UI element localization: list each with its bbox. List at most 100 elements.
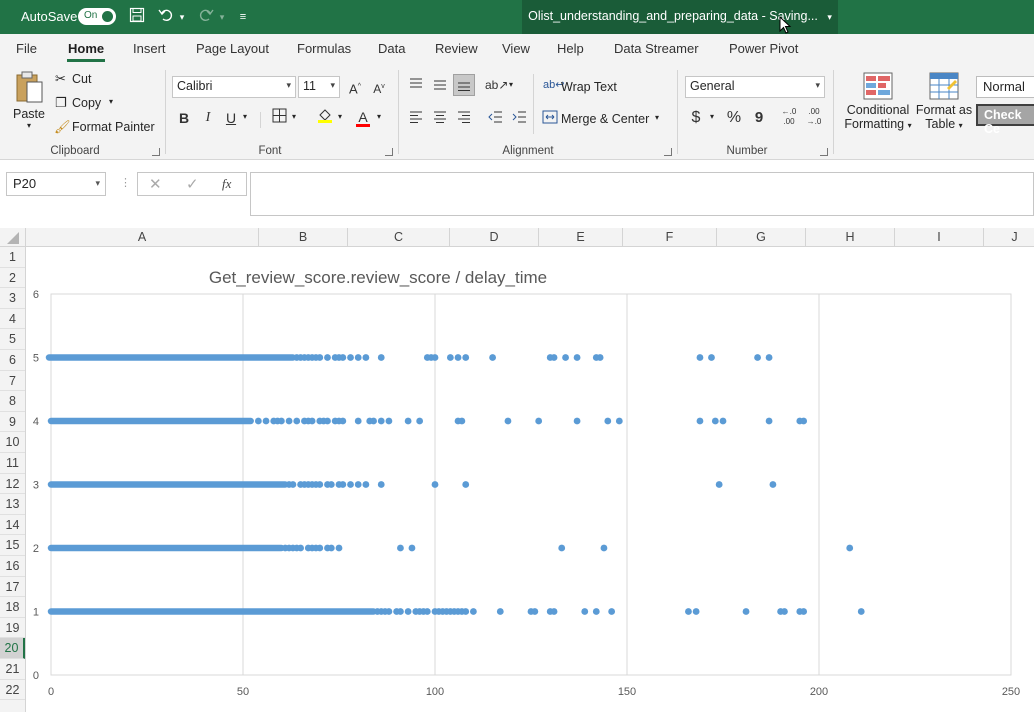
undo-icon[interactable] <box>156 7 176 27</box>
tab-power-pivot[interactable]: Power Pivot <box>729 41 798 56</box>
number-launcher-icon[interactable] <box>820 148 828 156</box>
scatter-chart[interactable]: 0 50 100 150 200 250 0 1 2 3 4 5 6 Get_review_score.… <box>26 247 1034 712</box>
cancel-icon[interactable]: ✕ <box>149 175 162 193</box>
formula-input[interactable] <box>250 172 1034 216</box>
undo-dropdown-icon[interactable]: ▾ <box>177 7 187 27</box>
increase-font-size-icon[interactable]: A^ <box>344 76 366 98</box>
insert-function-button[interactable]: fx <box>222 176 231 192</box>
format-painter-button[interactable]: Format Painter <box>72 120 155 134</box>
column-header-e[interactable]: E <box>539 228 623 247</box>
row-header-3[interactable]: 3 <box>0 288 25 309</box>
tab-formulas[interactable]: Formulas <box>297 41 351 56</box>
currency-button[interactable]: $ <box>685 107 707 129</box>
row-header-5[interactable]: 5 <box>0 329 25 350</box>
row-header-12[interactable]: 12 <box>0 474 25 495</box>
tab-insert[interactable]: Insert <box>133 41 166 56</box>
row-header-20[interactable]: 20 <box>0 638 25 659</box>
row-header-8[interactable]: 8 <box>0 391 25 412</box>
italic-button[interactable]: I <box>197 107 219 129</box>
borders-dropdown-icon[interactable]: ▾ <box>292 112 296 121</box>
paste-button[interactable]: Paste ▾ <box>12 70 46 140</box>
redo-dropdown-icon[interactable]: ▾ <box>217 7 227 27</box>
copy-dropdown-icon[interactable]: ▾ <box>109 97 113 106</box>
row-header-7[interactable]: 7 <box>0 371 25 392</box>
row-header-13[interactable]: 13 <box>0 494 25 515</box>
column-header-j[interactable]: J <box>984 228 1034 247</box>
column-header-f[interactable]: F <box>623 228 717 247</box>
format-as-table-button[interactable]: Format as Table ▾ <box>914 72 974 142</box>
row-header-2[interactable]: 2 <box>0 268 25 289</box>
column-header-h[interactable]: H <box>806 228 895 247</box>
row-header-16[interactable]: 16 <box>0 556 25 577</box>
column-header-b[interactable]: B <box>259 228 348 247</box>
font-size-select[interactable]: 11 ▾ <box>298 76 340 98</box>
row-header-4[interactable]: 4 <box>0 309 25 330</box>
bold-button[interactable]: B <box>173 107 195 129</box>
percent-button[interactable]: % <box>723 107 745 129</box>
align-center-icon[interactable] <box>429 107 451 129</box>
merge-center-button[interactable]: Merge & Center <box>561 112 649 126</box>
fill-color-dropdown-icon[interactable]: ▾ <box>338 112 342 121</box>
decrease-indent-icon[interactable] <box>484 107 506 129</box>
tab-view[interactable]: View <box>502 41 530 56</box>
borders-icon[interactable] <box>268 107 290 129</box>
row-header-17[interactable]: 17 <box>0 577 25 598</box>
orientation-icon[interactable]: ab↗ <box>485 74 508 96</box>
wrap-text-button[interactable]: Wrap Text <box>561 80 617 94</box>
decrease-decimal-icon[interactable]: .00 →.0 <box>803 107 825 129</box>
comma-style-button[interactable]: 9 <box>748 107 770 129</box>
underline-button[interactable]: U <box>220 107 242 129</box>
tab-page-layout[interactable]: Page Layout <box>196 41 269 56</box>
fill-color-icon[interactable] <box>314 107 336 129</box>
clipboard-launcher-icon[interactable] <box>152 148 160 156</box>
number-format-select[interactable]: General ▾ <box>685 76 825 98</box>
row-header-1[interactable]: 1 <box>0 247 25 268</box>
align-top-icon[interactable] <box>405 74 427 96</box>
cut-button[interactable]: Cut <box>72 72 91 86</box>
save-icon[interactable] <box>127 7 147 27</box>
align-left-icon[interactable] <box>405 107 427 129</box>
align-middle-icon[interactable] <box>429 74 451 96</box>
row-header-15[interactable]: 15 <box>0 535 25 556</box>
decrease-font-size-icon[interactable]: Av <box>368 76 390 98</box>
font-color-dropdown-icon[interactable]: ▾ <box>377 112 381 121</box>
enter-icon[interactable]: ✓ <box>186 175 199 193</box>
font-name-select[interactable]: Calibri ▾ <box>172 76 296 98</box>
column-header-d[interactable]: D <box>450 228 539 247</box>
row-header-6[interactable]: 6 <box>0 350 25 371</box>
row-header-18[interactable]: 18 <box>0 597 25 618</box>
tab-file[interactable]: File <box>16 41 37 56</box>
row-header-22[interactable]: 22 <box>0 680 25 701</box>
column-header-i[interactable]: I <box>895 228 984 247</box>
merge-dropdown-icon[interactable]: ▾ <box>655 113 659 122</box>
increase-decimal-icon[interactable]: ←.0.00 <box>778 107 800 129</box>
font-launcher-icon[interactable] <box>385 148 393 156</box>
tab-help[interactable]: Help <box>557 41 584 56</box>
name-box[interactable]: P20 ▾ <box>6 172 106 196</box>
column-header-g[interactable]: G <box>717 228 806 247</box>
row-header-9[interactable]: 9 <box>0 412 25 433</box>
row-header-19[interactable]: 19 <box>0 618 25 639</box>
redo-icon[interactable] <box>196 7 216 27</box>
align-right-icon[interactable] <box>453 107 475 129</box>
column-header-c[interactable]: C <box>348 228 450 247</box>
select-all-button[interactable] <box>0 228 26 247</box>
conditional-formatting-button[interactable]: Conditional Formatting ▾ <box>840 72 916 142</box>
font-color-icon[interactable]: A <box>352 106 374 128</box>
increase-indent-icon[interactable] <box>508 107 530 129</box>
style-normal[interactable]: Normal <box>976 76 1034 98</box>
column-header-a[interactable]: A <box>26 228 259 247</box>
copy-button[interactable]: Copy <box>72 96 101 110</box>
tab-data-streamer[interactable]: Data Streamer <box>614 41 699 56</box>
row-header-14[interactable]: 14 <box>0 515 25 536</box>
autosave-toggle[interactable]: On <box>78 8 116 25</box>
row-header-11[interactable]: 11 <box>0 453 25 474</box>
underline-dropdown-icon[interactable]: ▾ <box>243 112 247 121</box>
align-bottom-icon[interactable] <box>453 74 475 96</box>
customize-toolbar-icon[interactable]: ≡ <box>235 7 251 27</box>
row-header-10[interactable]: 10 <box>0 432 25 453</box>
style-check-cell[interactable]: Check Ce <box>976 104 1034 136</box>
tab-data[interactable]: Data <box>378 41 405 56</box>
currency-dropdown-icon[interactable]: ▾ <box>710 112 714 121</box>
tab-review[interactable]: Review <box>435 41 478 56</box>
